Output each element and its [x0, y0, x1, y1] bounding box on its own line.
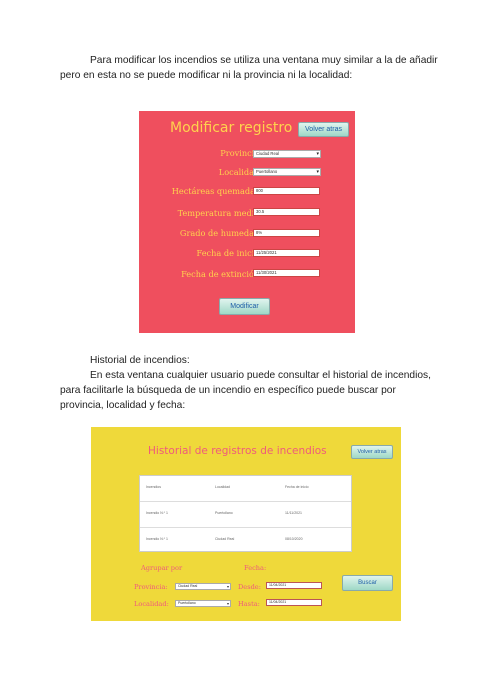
temperatura-label: Temperatura media: — [177, 208, 262, 218]
history-table: Incendios Localidad Fecha de inicio Ince… — [139, 475, 352, 552]
intro-paragraph: Para modificar los incendios se utiliza … — [60, 55, 438, 81]
window-title: Historial de registros de incendios — [148, 445, 327, 457]
localidad-value: Puertollano — [256, 169, 278, 174]
hasta-date-input[interactable]: 11/04/2021 — [266, 599, 322, 606]
extincion-date-input[interactable]: 11/30/2021 — [253, 269, 320, 277]
provincia-select[interactable]: Ciudad Real ▾ — [175, 583, 231, 590]
hectareas-input[interactable]: 800 — [253, 187, 320, 195]
localidad-select[interactable]: Puertollano ▾ — [175, 600, 231, 607]
hectareas-label: Hectáreas quemadas: — [171, 186, 262, 196]
provincia-value: Ciudad Real — [178, 584, 198, 588]
localidad-value: Puertollano — [178, 601, 196, 605]
temperatura-input[interactable]: 30.5 — [253, 208, 320, 216]
extincion-label: Fecha de extinción: — [181, 269, 262, 279]
table-row[interactable]: Incendio N.º 1 Puertollano 11/11/2021 — [140, 502, 351, 528]
modify-window: Modificar registro Volver atras Provinci… — [139, 111, 355, 333]
back-button[interactable]: Volver atras — [351, 445, 393, 459]
section-heading: Historial de incendios: — [90, 355, 190, 366]
provincia-value: Ciudad Real — [256, 151, 280, 156]
provincia-select[interactable]: Ciudad Real ▾ — [253, 150, 321, 158]
column-header: Localidad — [215, 485, 230, 489]
chevron-down-icon: ▾ — [316, 151, 319, 157]
group-by-label: Agrupar por — [141, 564, 183, 572]
chevron-down-icon: ▾ — [226, 584, 229, 589]
modify-button[interactable]: Modificar — [219, 298, 270, 315]
back-button[interactable]: Volver atras — [298, 122, 349, 137]
search-button[interactable]: Buscar — [342, 575, 393, 591]
column-header: Incendios — [146, 485, 161, 489]
desde-label: Desde: — [238, 583, 261, 591]
desde-date-input[interactable]: 11/04/2021 — [266, 582, 322, 589]
provincia-label: Provincia: — [134, 583, 168, 591]
table-row[interactable]: Incendio N.º 1 Ciudad Real 08/10/2020 — [140, 528, 351, 553]
humedad-label: Grado de humedad: — [179, 228, 262, 238]
history-paragraph: En esta ventana cualquier usuario puede … — [60, 370, 431, 411]
table-header-row: Incendios Localidad Fecha de inicio — [140, 476, 351, 502]
table-cell: Incendio N.º 1 — [146, 537, 168, 541]
table-cell: Incendio N.º 1 — [146, 511, 168, 515]
column-header: Fecha de inicio — [285, 485, 309, 489]
window-title: Modificar registro — [170, 120, 293, 136]
date-label: Fecha: — [244, 564, 267, 572]
humedad-input[interactable]: 8% — [253, 229, 320, 237]
history-window: Historial de registros de incendios Volv… — [91, 427, 401, 621]
table-cell: Puertollano — [215, 511, 233, 515]
table-cell: Ciudad Real — [215, 537, 235, 541]
inicio-date-input[interactable]: 11/25/2021 — [253, 249, 320, 257]
localidad-select[interactable]: Puertollano ▾ — [253, 168, 321, 176]
chevron-down-icon: ▾ — [226, 601, 229, 606]
chevron-down-icon: ▾ — [316, 169, 319, 175]
table-cell: 08/10/2020 — [285, 537, 303, 541]
table-cell: 11/11/2021 — [285, 511, 302, 515]
hasta-label: Hasta: — [238, 600, 260, 608]
localidad-label: Localidad: — [134, 600, 169, 608]
